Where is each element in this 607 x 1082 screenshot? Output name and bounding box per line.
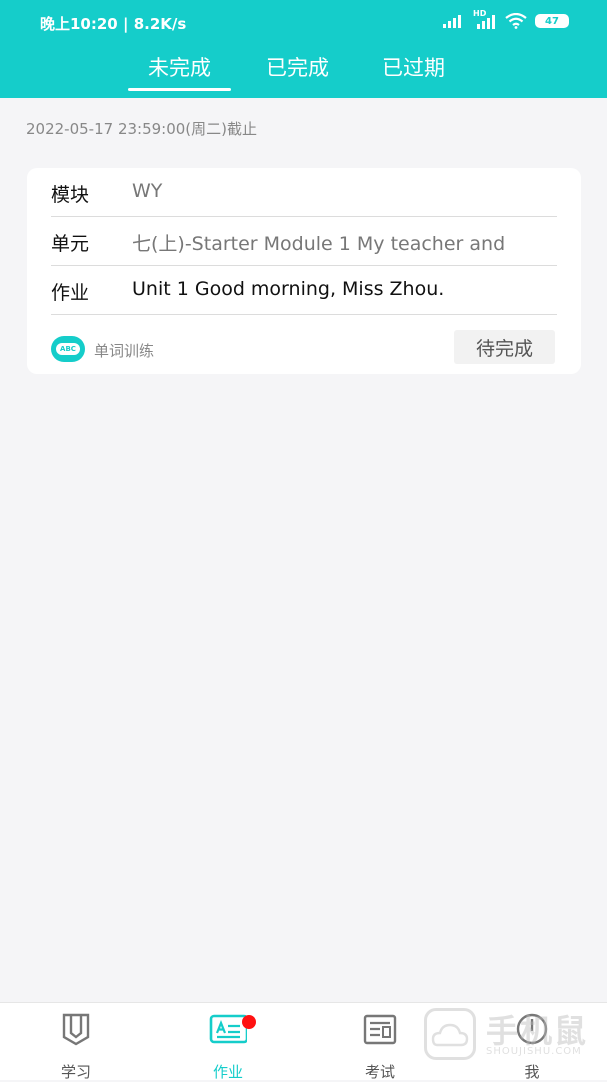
nav-label-homework: 作业 <box>212 1063 243 1081</box>
module-value: WY <box>132 180 163 202</box>
homework-row: 作业 Unit 1 Good morning, Miss Zhou. <box>51 266 557 315</box>
nav-label-study: 学习 <box>60 1063 91 1081</box>
tab-expired[interactable]: 已过期 <box>382 52 445 92</box>
homework-type-label: 单词训练 <box>94 342 155 360</box>
abc-icon: ABC <box>51 336 85 362</box>
homework-label: 作业 <box>51 282 90 304</box>
nav-item-exam[interactable]: 考试 <box>340 1011 420 1081</box>
nav-item-homework[interactable]: 作业 <box>188 1011 268 1081</box>
nav-label-exam: 考试 <box>364 1063 395 1081</box>
tab-completed[interactable]: 已完成 <box>266 52 329 92</box>
unit-row: 单元 七(上)-Starter Module 1 My teacher and <box>51 217 557 266</box>
module-row: 模块 WY <box>51 168 557 217</box>
header: 晚上10:20 | 8.2K/s HD 47 未完成 已完成 已过期 <box>0 0 607 98</box>
homework-icon <box>209 1014 247 1044</box>
signal-icon <box>443 15 461 28</box>
hd-signal: HD <box>473 9 497 29</box>
watermark-cloud-icon <box>431 1023 469 1047</box>
watermark-logo-icon <box>424 1008 476 1060</box>
tab-bar: 未完成 已完成 已过期 <box>0 52 607 96</box>
battery-indicator: 47 <box>535 14 569 28</box>
pending-button[interactable]: 待完成 <box>454 330 555 364</box>
unit-label: 单元 <box>51 233 90 255</box>
status-right: HD 47 <box>443 9 569 29</box>
book-icon <box>62 1013 90 1046</box>
status-left: 晚上10:20 | 8.2K/s <box>40 13 186 34</box>
module-label: 模块 <box>51 184 90 206</box>
homework-value: Unit 1 Good morning, Miss Zhou. <box>132 278 445 300</box>
unit-value: 七(上)-Starter Module 1 My teacher and <box>132 233 506 255</box>
watermark: 手机鼠 SHOUJISHU.COM <box>424 1006 594 1066</box>
status-time: 晚上10:20 <box>40 15 118 33</box>
card-footer: ABC 单词训练 待完成 <box>51 328 557 364</box>
deadline-text: 2022-05-17 23:59:00(周二)截止 <box>26 120 258 138</box>
notification-badge <box>242 1015 256 1029</box>
tab-incomplete[interactable]: 未完成 <box>128 52 231 92</box>
abc-icon-text: ABC <box>56 343 80 355</box>
exam-icon <box>363 1014 397 1045</box>
nav-item-study[interactable]: 学习 <box>36 1011 116 1081</box>
watermark-subtext: SHOUJISHU.COM <box>486 1046 582 1057</box>
status-bar: 晚上10:20 | 8.2K/s HD 47 <box>0 0 607 46</box>
wifi-icon <box>505 13 527 29</box>
status-separator: | <box>122 15 134 33</box>
signal-hd-icon <box>477 15 495 29</box>
status-speed: 8.2K/s <box>133 15 187 33</box>
homework-card[interactable]: 模块 WY 单元 七(上)-Starter Module 1 My teache… <box>27 168 581 374</box>
